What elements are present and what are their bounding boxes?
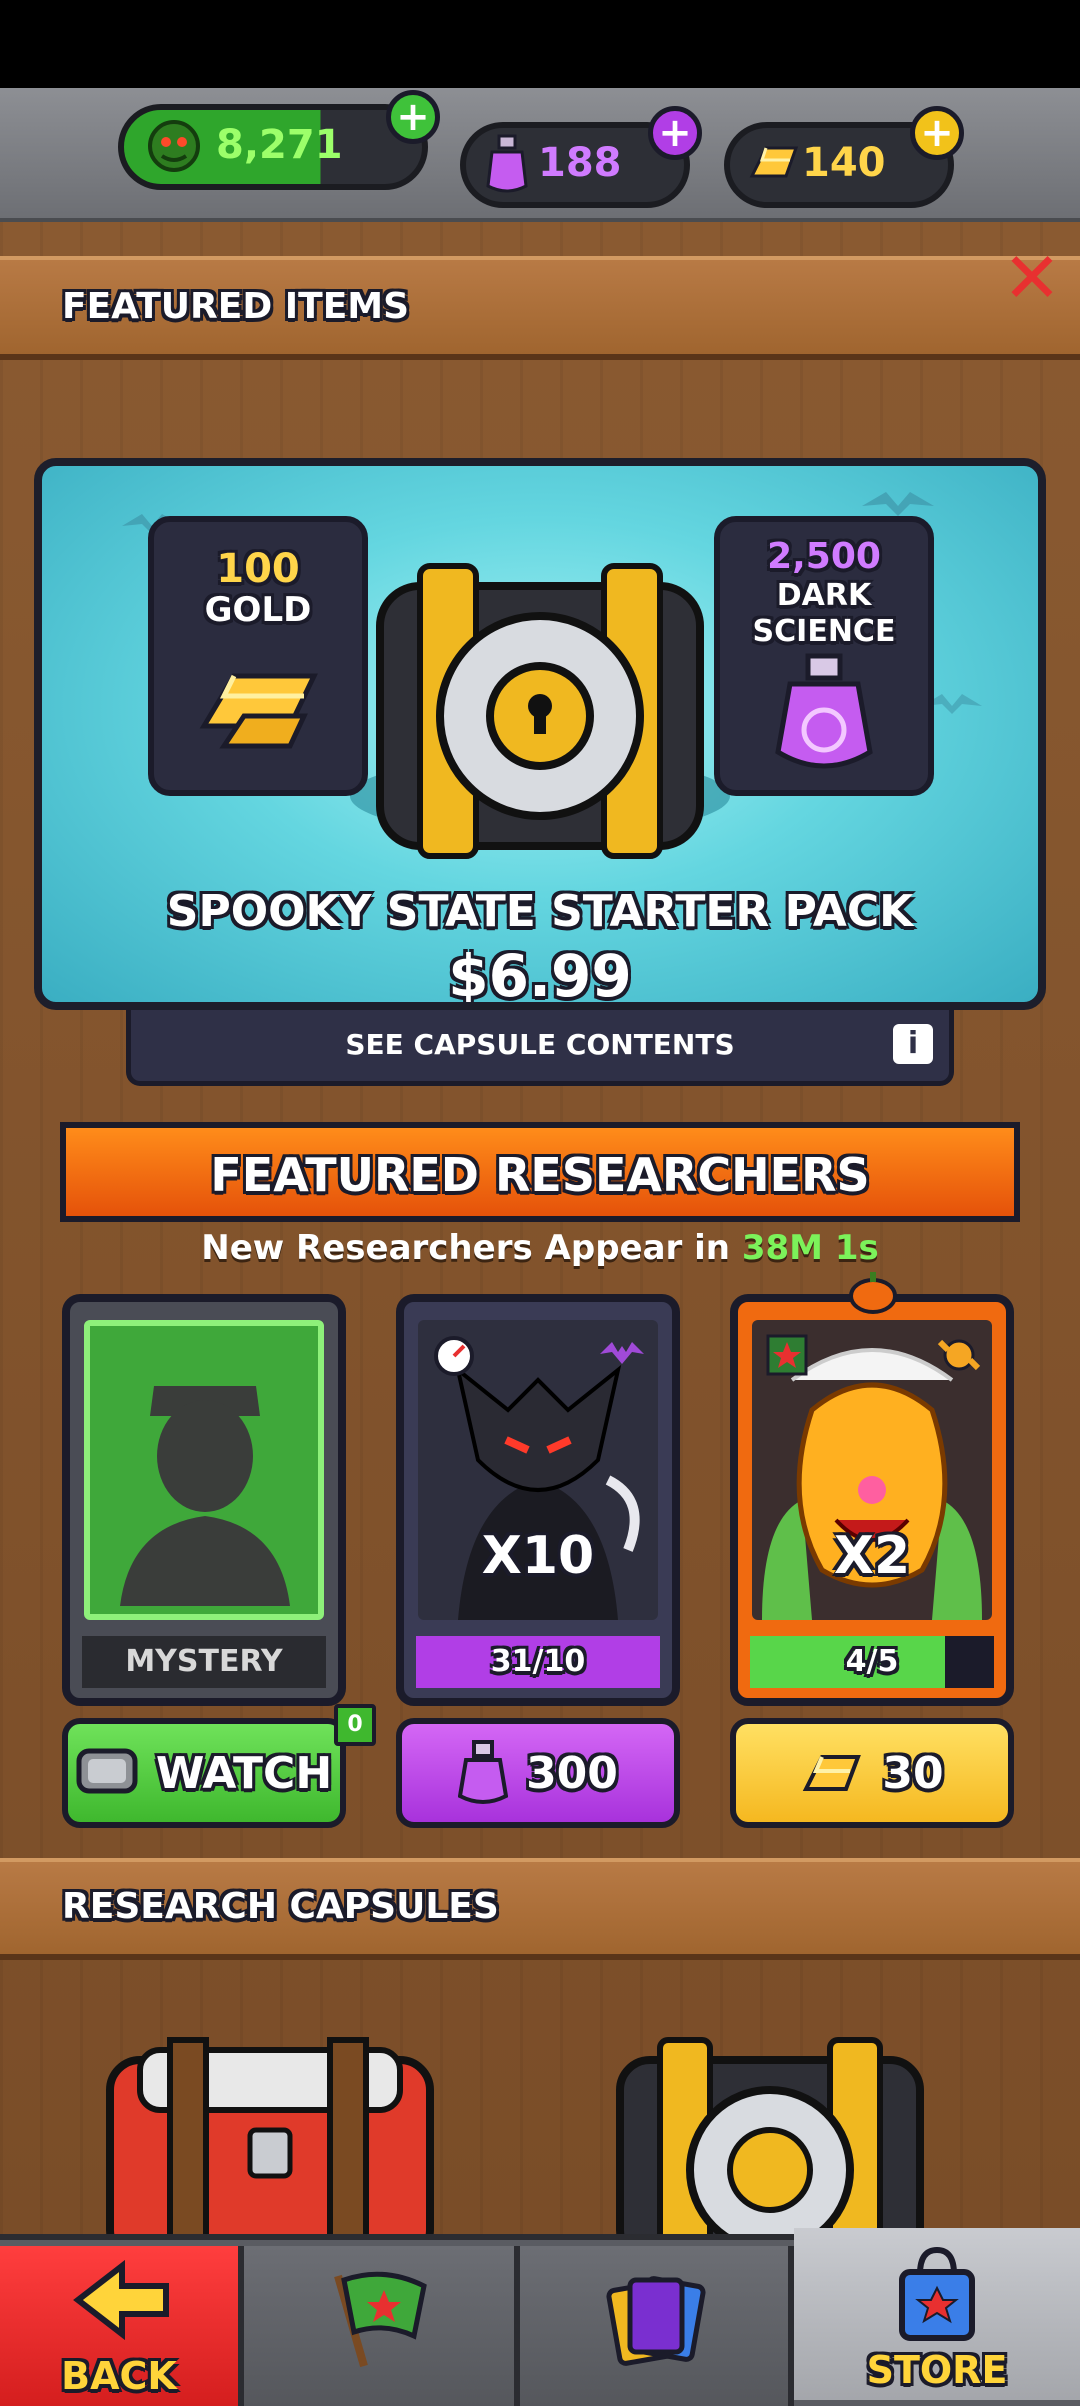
watch-button[interactable]: WATCH <box>62 1718 346 1828</box>
starter-pack-offer[interactable]: 100 GOLD 2,500 DARK SCIENCE SPOOKY STATE… <box>34 458 1046 1010</box>
research-capsules-title: RESEARCH CAPSULES <box>62 1886 499 1927</box>
store-tab[interactable]: STORE <box>794 2228 1080 2400</box>
capsule-contents-label: SEE CAPSULE CONTENTS <box>345 1028 735 1061</box>
add-cash-button[interactable]: + <box>386 90 440 144</box>
bat-icon <box>600 1342 644 1364</box>
researcher-card-2[interactable]: X10 31/10 <box>396 1294 680 1706</box>
back-label: BACK <box>61 2354 177 2398</box>
featured-researchers-title: FEATURED RESEARCHERS <box>210 1148 870 1202</box>
dark-science-value: 188 <box>538 140 622 186</box>
researcher-2-progress: 31/10 <box>416 1636 660 1688</box>
researcher-3-progress-text: 4/5 <box>845 1644 899 1679</box>
add-gold-button[interactable]: + <box>910 106 964 160</box>
researcher-2-progress-text: 31/10 <box>490 1644 586 1679</box>
dark-science-potion-icon <box>775 653 873 769</box>
currency-bar: 8,271 + 188 + 140 + <box>0 88 1080 224</box>
research-capsules-header: RESEARCH CAPSULES <box>0 1858 1080 1960</box>
cash-counter: 8,271 <box>118 104 428 190</box>
status-bar <box>0 0 1080 88</box>
researcher-card-mystery[interactable]: MYSTERY <box>62 1294 346 1706</box>
dark-science-reward-label-2: SCIENCE <box>752 614 896 649</box>
pack-price: $6.99 <box>448 942 632 1010</box>
add-dark-science-button[interactable]: + <box>648 106 702 160</box>
watch-label: WATCH <box>155 1747 333 1799</box>
see-capsule-contents-button[interactable]: SEE CAPSULE CONTENTS i <box>126 1010 954 1086</box>
featured-items-header: FEATURED ITEMS <box>0 256 1080 360</box>
gold-reward-card: 100 GOLD <box>148 516 368 796</box>
gold-bar-icon <box>749 146 799 178</box>
pumpkin-icon <box>849 1272 897 1314</box>
flag-icon <box>766 1334 808 1376</box>
gold-bar-icon <box>803 1755 862 1791</box>
tv-icon <box>76 1748 138 1794</box>
purple-potion-icon <box>458 1740 509 1804</box>
gold-reward-label: GOLD <box>204 590 312 630</box>
researcher-3-cost: 30 <box>882 1747 944 1799</box>
buy-researcher-3-button[interactable]: 30 <box>730 1718 1014 1828</box>
vault-capsule-icon <box>376 563 704 859</box>
mystery-label-bar: MYSTERY <box>82 1636 326 1688</box>
close-button[interactable]: ✕ <box>1000 243 1064 313</box>
speed-gauge-icon <box>434 1336 474 1376</box>
mystery-label: MYSTERY <box>125 1644 283 1679</box>
dark-science-reward-label-1: DARK <box>776 578 872 613</box>
researcher-card-3[interactable]: X2 4/5 <box>730 1272 1014 1706</box>
dark-science-reward-card: 2,500 DARK SCIENCE <box>714 516 934 796</box>
researcher-2-multiplier: X10 <box>481 1526 595 1586</box>
silhouette-icon <box>120 1386 290 1606</box>
researcher-3-multiplier: X2 <box>833 1526 911 1586</box>
back-button[interactable]: BACK <box>0 2246 244 2406</box>
timer-prefix: New Researchers Appear in <box>201 1228 730 1268</box>
featured-researchers-banner: FEATURED RESEARCHERS <box>60 1122 1020 1222</box>
bottom-nav: BACK STORE <box>0 2228 1080 2406</box>
researchers-timer: New Researchers Appear in 38M 1s <box>0 1228 1080 1268</box>
buy-researcher-2-button[interactable]: 300 <box>396 1718 680 1828</box>
pack-name: SPOOKY STATE STARTER PACK <box>166 886 914 937</box>
nav-flag-button[interactable] <box>244 2246 520 2406</box>
shopping-bag-icon <box>899 2246 975 2341</box>
dark-science-reward-amount: 2,500 <box>767 536 881 577</box>
green-cash-icon <box>148 120 200 172</box>
watch-count-badge: 0 <box>334 1704 376 1746</box>
gold-bars-icon <box>199 673 318 749</box>
cash-value: 8,271 <box>216 122 343 168</box>
vault-capsule-2-icon[interactable] <box>600 2020 940 2240</box>
back-arrow-icon <box>73 2260 169 2340</box>
mystery-portrait <box>84 1320 324 1620</box>
researcher-3-progress: 4/5 <box>750 1636 994 1688</box>
gold-reward-amount: 100 <box>216 546 300 592</box>
candy-icon <box>937 1339 981 1371</box>
info-icon[interactable]: i <box>893 1024 933 1064</box>
timer-value: 38M 1s <box>741 1228 879 1268</box>
cards-icon <box>606 2276 706 2366</box>
nav-cards-button[interactable] <box>520 2246 794 2406</box>
flag-icon <box>334 2271 427 2368</box>
store-label: STORE <box>866 2348 1008 2392</box>
gold-value: 140 <box>802 140 886 186</box>
researcher-2-cost: 300 <box>526 1747 618 1799</box>
featured-items-title: FEATURED ITEMS <box>62 286 410 327</box>
purple-potion-icon <box>486 134 528 193</box>
red-capsule-icon[interactable] <box>100 2020 440 2240</box>
